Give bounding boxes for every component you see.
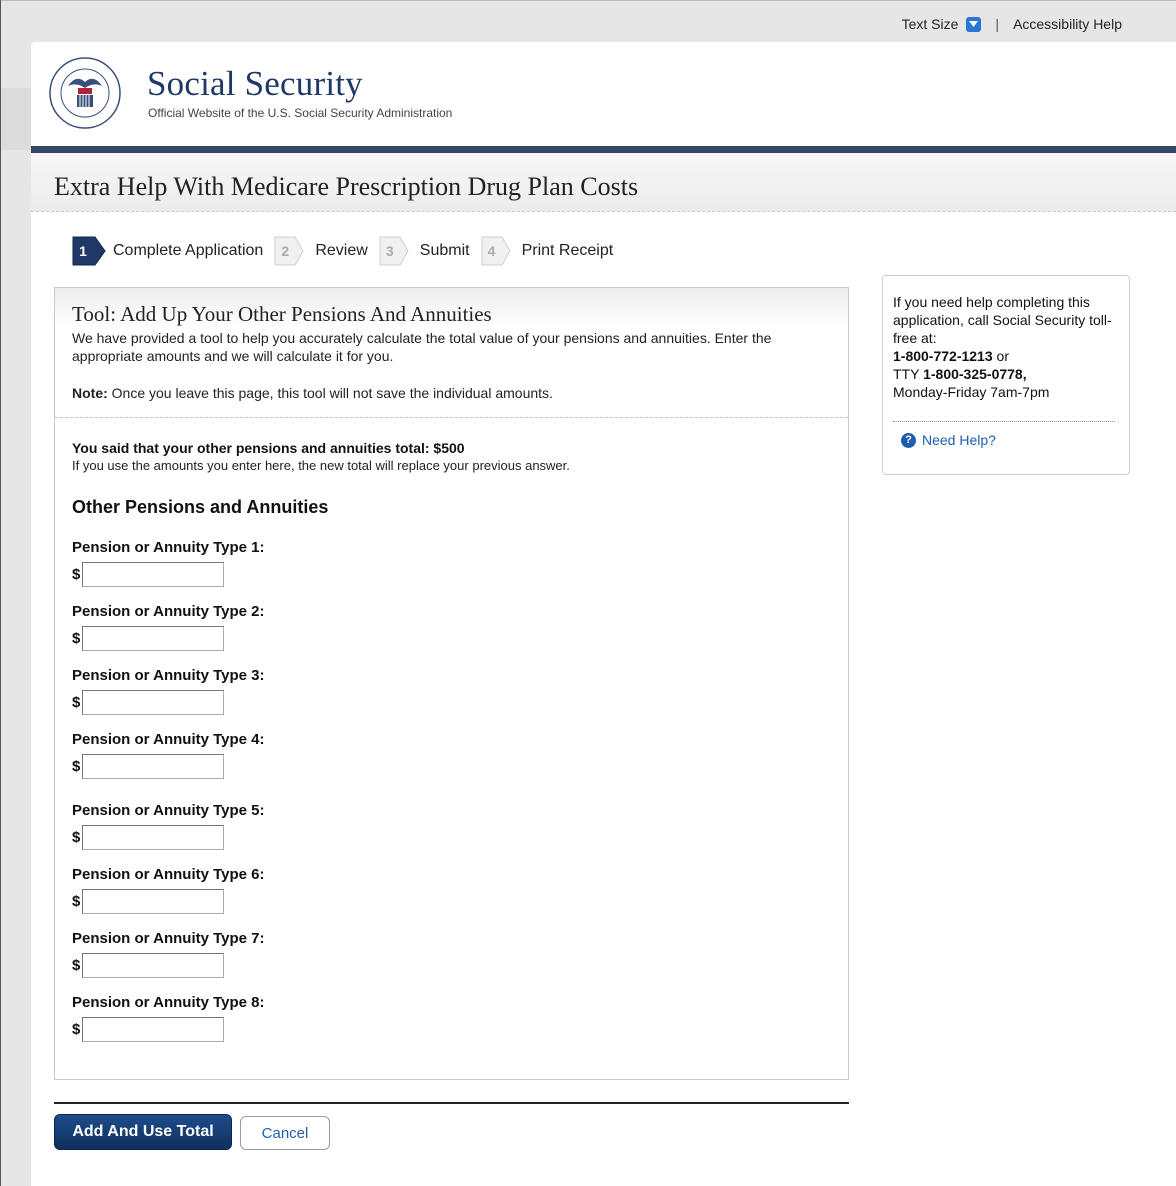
help-box: If you need help completing this applica…: [882, 275, 1130, 475]
progress-steps: 1 Complete Application 2 Review 3 Submit…: [71, 232, 623, 270]
pension-field-6: Pension or Annuity Type 6: $: [72, 866, 265, 914]
step-3: 3 Submit: [378, 235, 470, 267]
pension-field-label: Pension or Annuity Type 3:: [72, 667, 265, 684]
add-and-use-total-button[interactable]: Add And Use Total: [54, 1114, 232, 1150]
pension-field-label: Pension or Annuity Type 1:: [72, 539, 265, 556]
pension-amount-input-4[interactable]: [82, 754, 225, 779]
need-help-label[interactable]: Need Help?: [922, 432, 996, 448]
site-header: Social Security Official Website of the …: [31, 42, 1176, 146]
step-3-label: Submit: [419, 242, 470, 259]
step-2-label: Review: [315, 242, 368, 259]
title-bar: Extra Help With Medicare Prescription Dr…: [31, 153, 1176, 212]
previous-total-note: If you use the amounts you enter here, t…: [72, 458, 570, 473]
pension-field-label: Pension or Annuity Type 8:: [72, 994, 265, 1011]
tool-description: We have provided a tool to help you accu…: [72, 330, 772, 364]
step-1-badge: 1: [71, 235, 107, 267]
currency-symbol: $: [72, 758, 81, 775]
currency-symbol: $: [72, 957, 81, 974]
pension-field-1: Pension or Annuity Type 1: $: [72, 539, 265, 587]
pension-amount-input-1[interactable]: [82, 562, 225, 587]
help-tty: 1-800-325-0778,: [923, 366, 1027, 382]
help-divider: [893, 421, 1115, 422]
tool-note-text: Once you leave this page, this tool will…: [107, 385, 553, 401]
help-intro: If you need help completing this applica…: [893, 294, 1112, 346]
tool-panel-header: Tool: Add Up Your Other Pensions And Ann…: [55, 288, 848, 418]
need-help-link[interactable]: ? Need Help?: [901, 432, 996, 448]
currency-symbol: $: [72, 566, 81, 583]
ssa-seal-logo[interactable]: [48, 56, 122, 130]
step-1-label: Complete Application: [113, 242, 264, 259]
page-title: Extra Help With Medicare Prescription Dr…: [54, 172, 639, 201]
section-title: Other Pensions and Annuities: [72, 497, 329, 517]
site-subtitle: Official Website of the U.S. Social Secu…: [148, 106, 453, 120]
tool-note: Note: Once you leave this page, this too…: [72, 385, 553, 401]
pension-field-5: Pension or Annuity Type 5: $: [72, 802, 265, 850]
question-icon: ?: [901, 432, 916, 448]
pension-amount-input-3[interactable]: [82, 690, 225, 715]
pension-field-3: Pension or Annuity Type 3: $: [72, 667, 265, 715]
site-title[interactable]: Social Security: [147, 64, 363, 104]
tool-title: Tool: Add Up Your Other Pensions And Ann…: [72, 302, 492, 326]
pension-amount-input-6[interactable]: [82, 889, 225, 914]
step-2-badge: 2: [273, 235, 309, 267]
pension-field-2: Pension or Annuity Type 2: $: [72, 603, 265, 651]
step-4-badge: 4: [480, 235, 516, 267]
pension-field-label: Pension or Annuity Type 5:: [72, 802, 265, 819]
help-phone: 1-800-772-1213: [893, 348, 993, 364]
pension-field-7: Pension or Annuity Type 7: $: [72, 930, 265, 978]
currency-symbol: $: [72, 630, 81, 647]
step-1: 1 Complete Application: [71, 235, 263, 267]
currency-symbol: $: [72, 1021, 81, 1038]
button-divider: [54, 1102, 849, 1104]
help-text: If you need help completing this applica…: [893, 294, 1112, 400]
pension-field-label: Pension or Annuity Type 4:: [72, 731, 265, 748]
tool-panel: Tool: Add Up Your Other Pensions And Ann…: [54, 287, 849, 1080]
step-3-badge: 3: [378, 235, 414, 267]
header-divider: [31, 146, 1176, 153]
page-container: Social Security Official Website of the …: [31, 42, 1176, 1186]
help-hours: Monday-Friday 7am-7pm: [893, 384, 1050, 400]
utility-bar: Text Size | Accessibility Help: [902, 16, 1122, 32]
accessibility-help-link[interactable]: Accessibility Help: [1013, 16, 1122, 32]
pension-field-label: Pension or Annuity Type 6:: [72, 866, 265, 883]
pension-field-label: Pension or Annuity Type 7:: [72, 930, 265, 947]
pension-amount-input-5[interactable]: [82, 825, 225, 850]
text-size-link[interactable]: Text Size: [902, 16, 959, 32]
step-4: 4 Print Receipt: [480, 235, 614, 267]
pension-amount-input-7[interactable]: [82, 953, 225, 978]
tool-note-label: Note:: [72, 385, 108, 401]
cancel-button[interactable]: Cancel: [240, 1116, 330, 1150]
step-4-label: Print Receipt: [521, 242, 614, 259]
pension-amount-input-8[interactable]: [82, 1017, 225, 1042]
currency-symbol: $: [72, 829, 81, 846]
chevron-down-icon[interactable]: [966, 16, 982, 32]
pension-amount-input-2[interactable]: [82, 626, 225, 651]
utility-separator: |: [995, 16, 1000, 32]
currency-symbol: $: [72, 694, 81, 711]
pension-field-8: Pension or Annuity Type 8: $: [72, 994, 265, 1042]
previous-total-statement: You said that your other pensions and an…: [72, 440, 465, 456]
currency-symbol: $: [72, 893, 81, 910]
pension-field-4: Pension or Annuity Type 4: $: [72, 731, 265, 779]
step-2: 2 Review: [273, 235, 368, 267]
pension-field-label: Pension or Annuity Type 2:: [72, 603, 265, 620]
